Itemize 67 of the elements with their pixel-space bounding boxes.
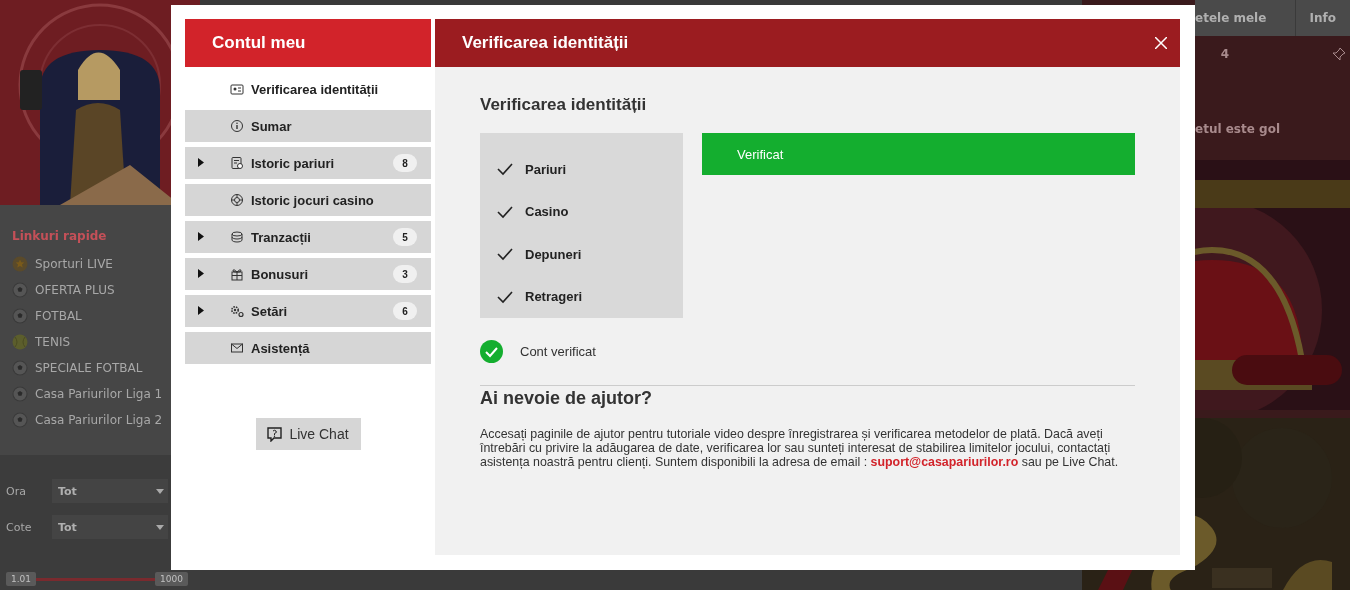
check-label: Retrageri [525, 289, 583, 305]
star-ball-icon [12, 256, 28, 272]
mail-icon [230, 341, 244, 355]
chat-icon [267, 426, 283, 442]
menu-item[interactable]: Tranzacții 5 [185, 221, 431, 253]
help-text: Accesați paginile de ajutor pentru tutoriale video despre înregistrarea și verificarea metodelor de plată. Dacă aveți întrebări cu privire la adăugarea de date, verificarea lor sau sunteți interesat de stabilirea limitelor jocului, contactați asistența noastră pentru clienți. Suntem disponibili la adresa de email : suport@casapariurilor.ro sau pe Live Chat. [480, 427, 1120, 469]
expand-arrow-icon[interactable] [198, 232, 204, 241]
menu-item[interactable]: Bonusuri 3 [185, 258, 431, 290]
expand-arrow-icon[interactable] [198, 269, 204, 278]
tab[interactable]: etele mele [1195, 0, 1295, 36]
football-icon [12, 412, 28, 428]
live-chat-button[interactable]: Live Chat [255, 418, 361, 450]
quick-link[interactable]: Casa Pariurilor Liga 1 [12, 385, 163, 403]
chip-icon [230, 193, 244, 207]
caret-icon [156, 488, 164, 494]
id-card-icon [230, 82, 244, 96]
filter-dropdown[interactable]: Tot [52, 515, 168, 539]
quick-link[interactable]: Sporturi LIVE [12, 255, 113, 273]
filter-dropdown[interactable]: Tot [52, 479, 168, 503]
menu-item[interactable]: Istoric jocuri casino [185, 184, 431, 216]
account-status: Cont verificat [520, 344, 596, 359]
caret-icon [156, 524, 164, 530]
info-icon [230, 119, 244, 133]
quick-link[interactable]: OFERTA PLUS [12, 281, 115, 299]
expand-arrow-icon[interactable] [198, 158, 204, 167]
quick-link[interactable]: TENIS [12, 333, 71, 351]
range-min[interactable]: 1.01 [6, 572, 37, 586]
coins-icon [230, 230, 244, 244]
football-icon [12, 308, 28, 324]
tab-cell[interactable]: 4 [1205, 36, 1245, 72]
filter-label: Cote [6, 520, 33, 534]
ticket-icon [230, 156, 244, 170]
close-icon [1155, 37, 1167, 49]
email-link[interactable]: suport@casapariurilor.ro [870, 455, 1019, 469]
section-title: Linkuri rapide [12, 229, 107, 243]
menu-item[interactable]: Asistență [185, 332, 431, 364]
help-title: Ai nevoie de ajutor? [480, 388, 654, 409]
gears-icon [230, 304, 244, 318]
quick-link[interactable]: SPECIALE FOTBAL [12, 359, 143, 377]
status-bar: Verificat [702, 133, 1135, 175]
modal-title: Verificarea identității [462, 33, 629, 53]
section-title: Verificarea identității [480, 95, 648, 115]
count-badge: 8 [393, 154, 417, 172]
gift-icon [230, 267, 244, 281]
check-label: Depuneri [525, 246, 582, 262]
menu-item[interactable]: Istoric pariuri 8 [185, 147, 431, 179]
quick-link[interactable]: Casa Pariurilor Liga 2 [12, 411, 163, 429]
tennis-ball-icon [12, 334, 28, 350]
sidebar-title: Contul meu [185, 19, 431, 67]
check-label: Casino [525, 204, 569, 220]
count-badge: 3 [393, 265, 417, 283]
range-max[interactable]: 1000 [155, 572, 188, 586]
quick-link[interactable]: FOTBAL [12, 307, 82, 325]
check-label: Pariuri [525, 161, 567, 177]
pin-icon[interactable] [1332, 47, 1346, 61]
football-icon [12, 386, 28, 402]
count-badge: 5 [393, 228, 417, 246]
football-icon [12, 282, 28, 298]
expand-arrow-icon[interactable] [198, 306, 204, 315]
count-badge: 6 [393, 302, 417, 320]
close-button[interactable] [1155, 37, 1167, 49]
menu-item[interactable]: Setări 6 [185, 295, 431, 327]
football-icon [12, 360, 28, 376]
tab[interactable]: Info [1294, 0, 1350, 36]
empty-betslip-message: etul este gol [1195, 121, 1280, 138]
filter-label: Ora [6, 484, 27, 498]
menu-item[interactable]: Sumar [185, 110, 431, 142]
